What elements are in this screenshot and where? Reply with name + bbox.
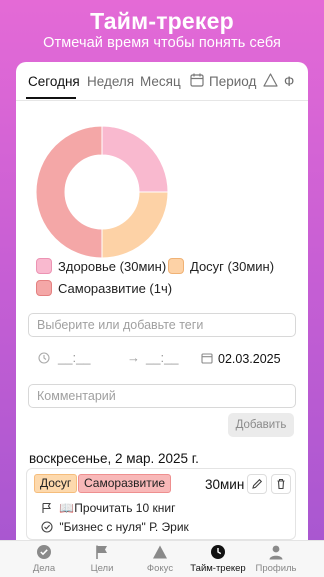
nav-label-focus: Фокус [146, 563, 174, 574]
active-tab-indicator [26, 97, 76, 99]
flag-icon [96, 545, 107, 559]
tag-leisure: Досуг [34, 474, 78, 493]
triangle-icon [263, 73, 278, 92]
delete-button[interactable] [271, 474, 291, 494]
trash-icon [277, 478, 285, 490]
time-entry-card[interactable]: Досуг Саморазвитие 30мин 📖Прочитать 10 к… [26, 468, 296, 540]
comment-input[interactable]: Комментарий [28, 384, 296, 408]
tab-month[interactable]: Месяц [140, 74, 181, 89]
day-heading: воскресенье, 2 мар. 2025 г. [29, 451, 199, 466]
legend-swatch-self-development [36, 280, 52, 296]
check-circle-icon [41, 521, 53, 533]
flag-icon [42, 502, 51, 513]
donut-slice-health [101, 125, 169, 193]
clock-icon [211, 545, 225, 559]
nav-item-tasks[interactable]: Дела [15, 541, 73, 577]
tag-self-development: Саморазвитие [78, 474, 172, 493]
date-input[interactable]: 02.03.2025 [218, 352, 284, 366]
bottom-navigation: Дела Цели Фокус Тайм-трекер Профиль [0, 540, 324, 577]
clock-icon [38, 352, 50, 367]
nav-label-goals: Цели [90, 563, 114, 574]
start-time-input[interactable]: __:__ [58, 350, 91, 365]
tracker-card: Сегодня Неделя Месяц Период Ф Здоровье (… [16, 62, 308, 576]
edit-button[interactable] [247, 474, 267, 494]
arrow-right-icon: → [127, 350, 140, 365]
tab-week[interactable]: Неделя [87, 74, 134, 89]
period-tabs: Сегодня Неделя Месяц Период Ф [16, 62, 308, 101]
nav-label-profile: Профиль [255, 563, 297, 574]
pencil-icon [252, 478, 263, 489]
app-header: Тайм-трекер Отмечай время чтобы понять с… [0, 0, 324, 60]
add-button[interactable]: Добавить [228, 413, 294, 437]
tab-today[interactable]: Сегодня [28, 74, 80, 89]
end-time-input[interactable]: __:__ [146, 350, 179, 365]
check-circle-icon [37, 545, 51, 559]
nav-item-time-tracker[interactable]: Тайм-трекер [189, 541, 247, 577]
legend-swatch-leisure [168, 258, 184, 274]
donut-slice-self-development [35, 125, 103, 259]
triangle-icon [153, 545, 167, 559]
calendar-icon [190, 73, 204, 92]
entry-task-item: "Бизнес с нуля" Р. Эрик [41, 520, 189, 534]
legend-label-health: Здоровье (30мин) [58, 259, 167, 274]
time-donut-chart [35, 125, 169, 259]
page-subtitle: Отмечай время чтобы понять себя [43, 35, 281, 51]
nav-label-time-tracker: Тайм-трекер [190, 563, 246, 574]
entry-goal-item: 📖Прочитать 10 книг [41, 501, 175, 515]
tags-input[interactable]: Выберите или добавьте теги [28, 313, 296, 337]
calendar-icon [201, 352, 213, 367]
legend-swatch-health [36, 258, 52, 274]
nav-item-focus[interactable]: Фокус [131, 541, 189, 577]
entry-duration: 30мин [205, 477, 245, 492]
page-title: Тайм-трекер [90, 8, 234, 34]
tags-input-placeholder: Выберите или добавьте теги [37, 318, 204, 332]
comment-input-placeholder: Комментарий [37, 389, 116, 403]
person-icon [269, 545, 283, 560]
donut-slice-leisure [101, 191, 169, 259]
nav-label-tasks: Дела [32, 563, 56, 574]
legend-label-self-development: Саморазвитие (1ч) [58, 281, 173, 296]
tab-period[interactable]: Период [209, 74, 256, 89]
time-range-row: __:__ → __:__ 02.03.2025 [28, 348, 298, 372]
nav-item-goals[interactable]: Цели [73, 541, 131, 577]
tab-focus-truncated[interactable]: Ф [284, 74, 294, 89]
entry-task-label: "Бизнес с нуля" Р. Эрик [59, 520, 189, 534]
legend-label-leisure: Досуг (30мин) [190, 259, 275, 274]
entry-goal-label: 📖Прочитать 10 книг [59, 501, 176, 515]
nav-item-profile[interactable]: Профиль [247, 541, 305, 577]
